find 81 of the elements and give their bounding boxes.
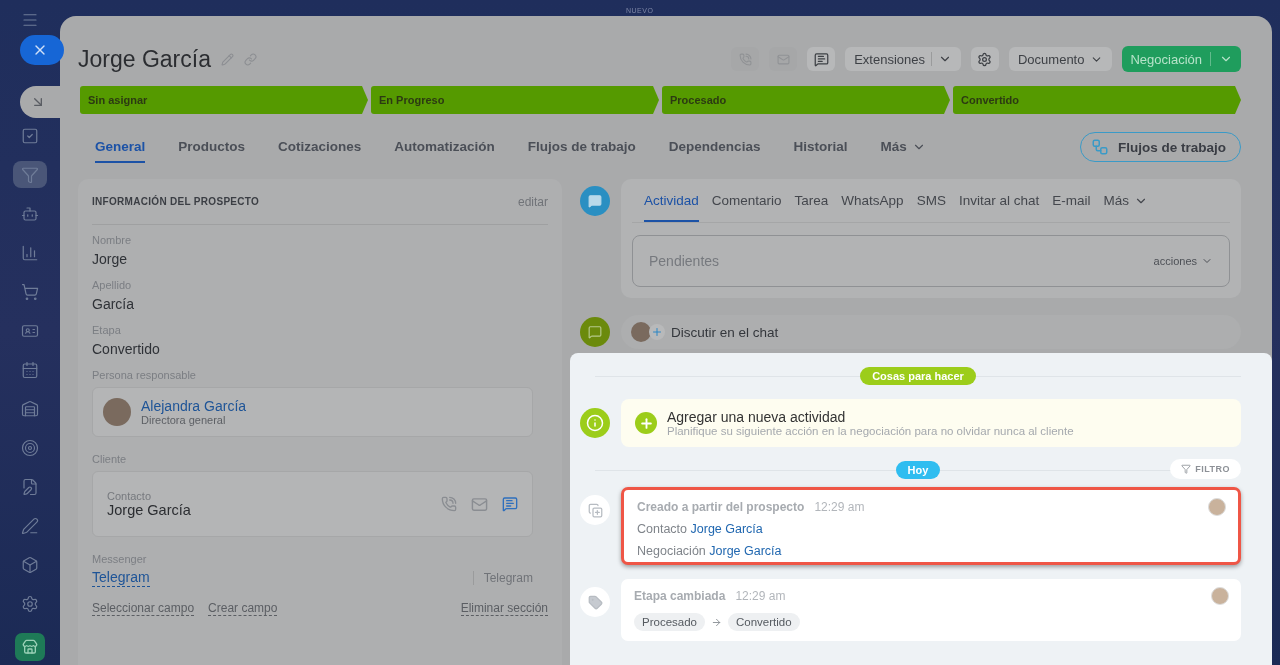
activity-tab[interactable]: Más <box>1103 179 1148 222</box>
extensions-button[interactable]: Extensiones <box>845 47 961 71</box>
stage-step[interactable]: Convertido <box>953 86 1241 114</box>
event-line: Negociación Jorge García <box>637 544 783 558</box>
chat-button[interactable] <box>807 47 836 71</box>
filter-button[interactable]: FILTRO <box>1170 459 1241 479</box>
workflow-icon <box>1091 138 1109 156</box>
person-link[interactable]: Alejandra García <box>141 398 247 414</box>
stage-chip: Procesado <box>634 613 705 631</box>
tag-icon <box>580 587 610 617</box>
avatar <box>1208 498 1226 516</box>
footer-link[interactable]: Crear campo <box>208 600 278 617</box>
person-role: Directora general <box>141 414 227 426</box>
activity-tab[interactable]: E-mail <box>1052 179 1091 222</box>
messenger-type: Telegram <box>483 570 533 585</box>
activity-tab[interactable]: Actividad <box>644 179 699 222</box>
event-link[interactable]: Jorge García <box>709 544 782 558</box>
tab[interactable]: General <box>95 131 146 163</box>
settings-button[interactable] <box>970 47 999 71</box>
event-link[interactable]: Jorge García <box>690 522 763 536</box>
activity-tab[interactable]: Tarea <box>794 179 829 222</box>
plus-icon <box>649 324 665 340</box>
tab[interactable]: Flujos de trabajo <box>527 131 636 163</box>
footer-link[interactable]: Seleccionar campo <box>92 600 195 617</box>
edit-link[interactable]: editar <box>517 194 548 209</box>
section-badge: Cosas para hacer <box>860 367 976 385</box>
app-icon[interactable] <box>15 633 45 661</box>
tab[interactable]: Cotizaciones <box>278 131 362 163</box>
chat-bubble-icon <box>580 186 610 216</box>
avatar <box>631 322 651 342</box>
tab[interactable]: Automatización <box>394 131 495 163</box>
event-time: 12:29 am <box>814 500 865 514</box>
avatar <box>103 398 131 426</box>
arrow-right-icon <box>711 616 722 628</box>
copy-plus-icon <box>580 495 610 525</box>
tab[interactable]: Productos <box>178 131 246 163</box>
tab[interactable]: Más <box>880 131 926 163</box>
stage-step[interactable]: Procesado <box>662 86 950 114</box>
info-icon <box>580 408 610 438</box>
new-activity-title: Agregar una nueva actividad <box>667 409 847 425</box>
filter-icon[interactable] <box>13 161 47 188</box>
event-time: 12:29 am <box>735 589 786 603</box>
field-value: Convertido <box>92 341 161 357</box>
chat-icon[interactable] <box>502 496 518 512</box>
plus-icon <box>635 412 657 434</box>
chat-icon <box>813 51 829 67</box>
event-line: Contacto Jorge García <box>637 522 764 536</box>
field-label: Contacto <box>107 490 153 502</box>
actions-dropdown[interactable]: acciones <box>1153 255 1213 267</box>
contact-name: Jorge García <box>107 502 191 518</box>
discuss-chat-button[interactable]: Discutir en el chat <box>621 315 1241 349</box>
stage-step[interactable]: En Progreso <box>371 86 659 114</box>
stage-step[interactable]: Sin asignar <box>80 86 368 114</box>
phone-icon[interactable] <box>441 496 457 512</box>
event-title: Etapa cambiada <box>634 589 726 603</box>
new-activity-hint: Planifique su siguiente acción en la negociación para no olvidar nunca al cliente <box>667 425 1074 437</box>
messenger-link[interactable]: Telegram <box>92 569 150 587</box>
window-title: Jorge García <box>78 45 211 73</box>
activity-tab[interactable]: WhatsApp <box>841 179 904 222</box>
deal-button[interactable]: Negociación <box>1122 46 1241 72</box>
event-title: Creado a partir del prospecto <box>637 500 805 514</box>
card-title: INFORMACIÓN DEL PROSPECTO <box>92 196 260 207</box>
pending-input-field[interactable]: Pendientes acciones <box>632 235 1230 287</box>
activity-tab[interactable]: Invitar al chat <box>958 179 1040 222</box>
activity-tab[interactable]: SMS <box>916 179 946 222</box>
close-button[interactable] <box>20 35 64 65</box>
document-button[interactable]: Documento <box>1008 47 1113 71</box>
tab[interactable]: Historial <box>793 131 848 163</box>
field-value: Jorge <box>92 251 129 267</box>
stage-chip: Convertido <box>728 613 800 631</box>
activity-tab[interactable]: Comentario <box>711 179 782 222</box>
settings-icon <box>977 51 993 67</box>
new-activity-card[interactable]: Agregar una nueva actividad Planifique su siguiente acción en la negociación para no olvidar nunca al cliente <box>621 399 1241 447</box>
section-badge: Hoy <box>895 461 941 479</box>
filter-icon <box>1181 464 1192 474</box>
field-value: García <box>92 296 135 312</box>
chat-bubble-icon <box>580 317 610 347</box>
tab[interactable]: Dependencias <box>668 131 761 163</box>
mail-icon[interactable] <box>471 495 488 513</box>
remove-section-link[interactable]: Eliminar sección <box>460 600 548 617</box>
avatar <box>1211 587 1229 605</box>
